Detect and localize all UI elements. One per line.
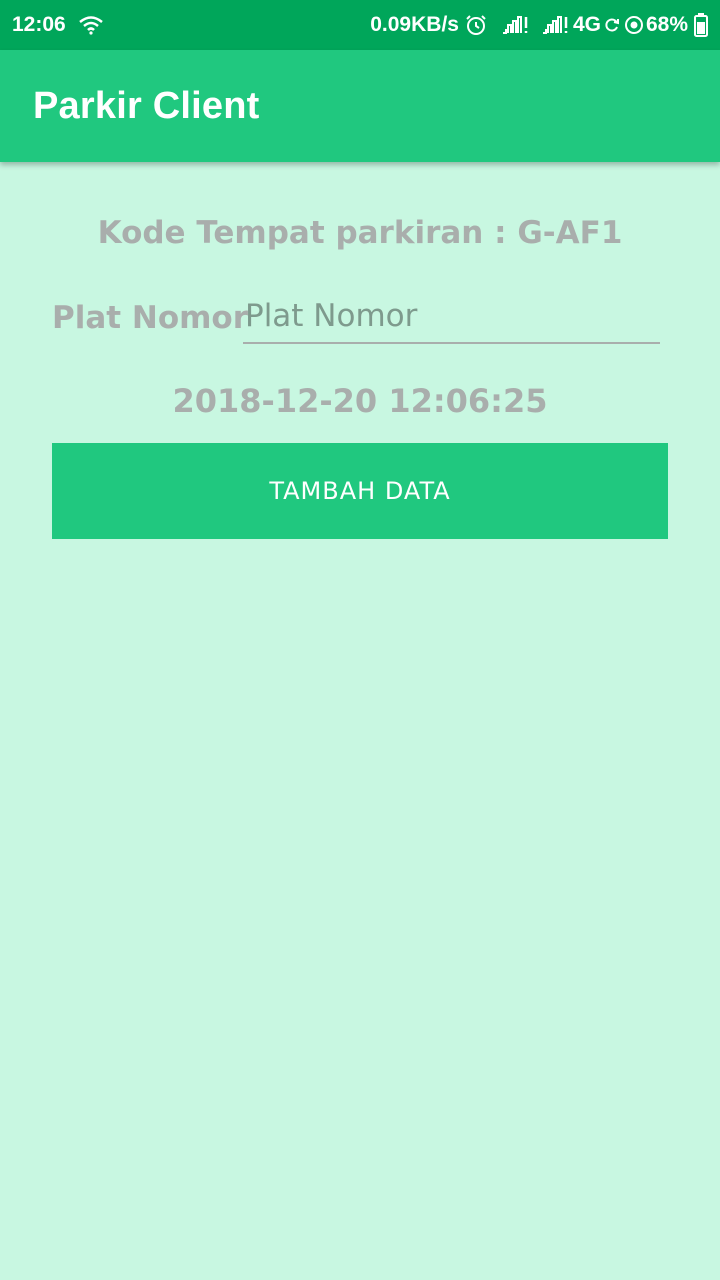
signal-icon xyxy=(501,15,531,35)
wifi-icon xyxy=(78,15,104,35)
add-data-button[interactable]: TAMBAH DATA xyxy=(52,443,668,539)
app-bar: Parkir Client xyxy=(0,50,720,162)
signal-icon xyxy=(541,15,571,35)
parking-code-label: Kode Tempat parkiran : G-AF1 xyxy=(97,215,623,251)
app-title: Parkir Client xyxy=(33,84,260,127)
datetime-display: 2018-12-20 12:06:25 xyxy=(172,382,548,420)
plate-number-input[interactable] xyxy=(243,294,660,344)
location-icon xyxy=(624,15,644,35)
net-speed: 0.09KB/s xyxy=(370,13,459,36)
status-time: 12:06 xyxy=(12,13,66,36)
plate-number-label: Plat Nomor xyxy=(52,300,249,336)
status-bar: 12:06 0.09KB/s 4G 68% xyxy=(0,0,720,50)
sync-icon xyxy=(604,17,620,33)
network-type: 4G xyxy=(572,13,601,36)
alarm-icon xyxy=(465,14,487,36)
battery-icon xyxy=(694,13,708,37)
battery-percent: 68% xyxy=(645,13,688,36)
